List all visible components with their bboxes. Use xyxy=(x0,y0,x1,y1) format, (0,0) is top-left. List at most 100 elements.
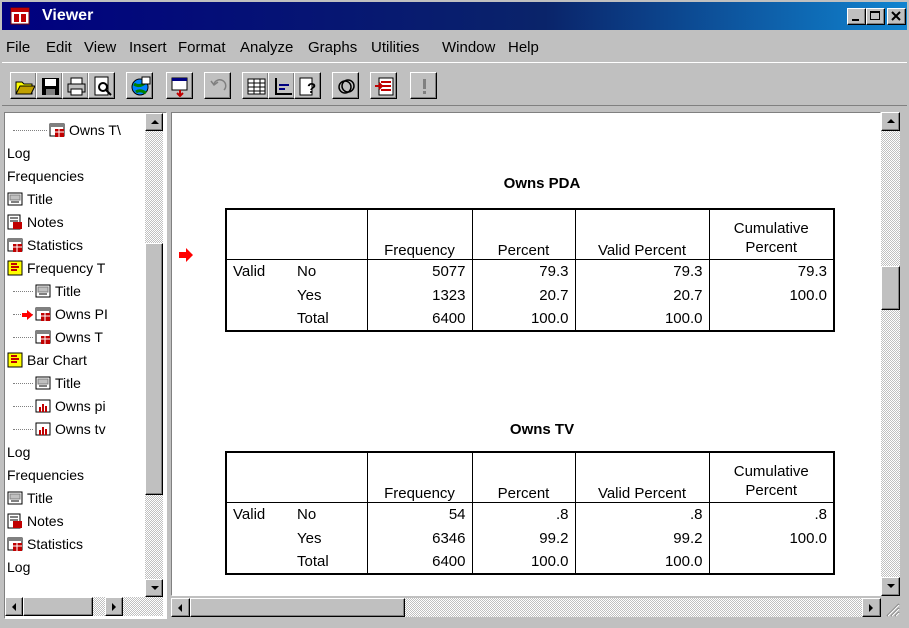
table-row: Yes 6346 99.2 99.2 100.0 xyxy=(226,526,834,550)
outline-horizontal-scrollbar[interactable] xyxy=(5,597,163,616)
tree-connector xyxy=(13,383,33,384)
sets-circle-icon xyxy=(338,79,355,94)
data-grid-icon xyxy=(247,78,266,95)
outline-item[interactable]: Title xyxy=(5,372,145,395)
goto-chart-button[interactable] xyxy=(268,72,295,99)
outline-item[interactable]: Frequencies xyxy=(5,464,145,487)
outline-item[interactable]: Owns PI xyxy=(5,303,145,326)
menu-format[interactable]: Format xyxy=(178,39,226,56)
selected-arrow-icon xyxy=(22,310,33,320)
outline-item[interactable]: Notes xyxy=(5,211,145,234)
outline-item[interactable]: Bar Chart xyxy=(5,349,145,372)
outline-item[interactable]: Owns tv xyxy=(5,418,145,441)
content-vertical-scrollbar[interactable] xyxy=(881,112,900,596)
outline-item[interactable]: Statistics xyxy=(5,234,145,257)
outline-item-label: Statistics xyxy=(27,536,84,552)
use-sets-button[interactable] xyxy=(332,72,359,99)
outline-item-label: Log xyxy=(7,444,31,460)
close-button[interactable] xyxy=(887,8,906,25)
menu-file[interactable]: File xyxy=(6,39,30,56)
outline-pane[interactable]: Owns T\ Log Frequencies Title Notes Statistic… xyxy=(4,112,167,619)
menu-insert[interactable]: Insert xyxy=(129,39,167,56)
outline-item-label: Owns PI xyxy=(55,306,108,322)
outline-item-label: Notes xyxy=(27,513,64,529)
run-button[interactable] xyxy=(410,72,437,99)
output-content-pane[interactable]: Owns PDA Frequency Percent Valid Percent… xyxy=(171,112,881,596)
tree-connector xyxy=(13,406,33,407)
outline-scroll-up-button[interactable] xyxy=(145,113,163,131)
header-valid-percent: Valid Percent xyxy=(575,452,710,503)
outline-vertical-scrollbar[interactable] xyxy=(145,113,163,597)
outline-item[interactable]: Frequencies xyxy=(5,165,145,188)
designate-window-button[interactable] xyxy=(370,72,397,99)
outline-item-label: Owns T\ xyxy=(69,122,121,138)
outline-item[interactable]: Title xyxy=(5,280,145,303)
outline-hscroll-thumb[interactable] xyxy=(23,597,93,616)
recall-dialog-button[interactable] xyxy=(166,72,193,99)
content-hscroll-thumb[interactable] xyxy=(190,598,405,617)
tree-connector xyxy=(13,429,33,430)
outline-item-label: Title xyxy=(55,283,81,299)
outline-item[interactable]: Owns T\ xyxy=(5,119,145,142)
viewer-app-icon[interactable] xyxy=(10,7,30,25)
outline-item[interactable]: Log xyxy=(5,142,145,165)
resize-grip-icon[interactable] xyxy=(884,601,900,617)
menu-graphs[interactable]: Graphs xyxy=(308,39,357,56)
table-icon xyxy=(7,537,23,551)
header-frequency: Frequency xyxy=(367,209,473,260)
outline-scroll-thumb[interactable] xyxy=(145,243,163,495)
undo-arrow-icon xyxy=(210,79,227,91)
maximize-button[interactable] xyxy=(866,8,885,25)
content-scroll-up-button[interactable] xyxy=(881,112,900,131)
save-button[interactable] xyxy=(36,72,63,99)
title-bar[interactable]: Viewer xyxy=(2,2,907,30)
undo-button[interactable] xyxy=(204,72,231,99)
menu-view[interactable]: View xyxy=(84,39,116,56)
outline-item[interactable]: Frequency T xyxy=(5,257,145,280)
print-button[interactable] xyxy=(62,72,89,99)
menu-utilities[interactable]: Utilities xyxy=(371,39,419,56)
outline-scroll-down-button[interactable] xyxy=(145,579,163,597)
open-button[interactable] xyxy=(10,72,37,99)
frequency-table-owns-pda[interactable]: Frequency Percent Valid Percent Cumulati… xyxy=(225,208,835,332)
outline-item[interactable]: Log xyxy=(5,556,145,579)
goto-data-button[interactable] xyxy=(242,72,269,99)
outline-scroll-right-button[interactable] xyxy=(105,597,123,616)
menu-analyze[interactable]: Analyze xyxy=(240,39,293,56)
svg-text:?: ? xyxy=(307,80,316,97)
outline-scroll-left-button[interactable] xyxy=(5,597,23,616)
content-scroll-right-button[interactable] xyxy=(862,598,881,617)
outline-item[interactable]: Statistics xyxy=(5,533,145,556)
content-scroll-thumb[interactable] xyxy=(881,266,900,310)
outline-item-label: Title xyxy=(55,375,81,391)
minimize-button[interactable] xyxy=(847,8,866,25)
outline-item[interactable]: Log xyxy=(5,441,145,464)
content-scroll-left-button[interactable] xyxy=(171,598,190,617)
print-preview-button[interactable] xyxy=(88,72,115,99)
notes-icon xyxy=(7,214,22,230)
chart-axis-icon xyxy=(275,78,292,95)
outline-item-label: Statistics xyxy=(27,237,84,253)
menu-window[interactable]: Window xyxy=(442,39,495,56)
content-scroll-down-button[interactable] xyxy=(881,577,900,596)
outline-item-label: Frequencies xyxy=(7,168,85,184)
outline-item[interactable]: Title xyxy=(5,188,145,211)
outline-item-label: Frequency T xyxy=(27,260,106,276)
outline-item[interactable]: Owns T xyxy=(5,326,145,349)
menu-help[interactable]: Help xyxy=(508,39,539,56)
outline-item[interactable]: Notes xyxy=(5,510,145,533)
outline-item[interactable]: Title xyxy=(5,487,145,510)
variables-button[interactable]: ? xyxy=(294,72,321,99)
title-icon xyxy=(7,192,23,206)
title-icon xyxy=(35,376,51,390)
designate-window-icon xyxy=(375,77,394,96)
outline-item-label: Bar Chart xyxy=(27,352,87,368)
frequency-table-owns-tv[interactable]: Frequency Percent Valid Percent Cumulati… xyxy=(225,451,835,575)
content-horizontal-scrollbar[interactable] xyxy=(171,598,881,617)
exclamation-icon xyxy=(423,79,426,94)
table-row: Yes 1323 20.7 20.7 100.0 xyxy=(226,283,834,307)
export-button[interactable] xyxy=(126,72,153,99)
title-icon xyxy=(7,491,23,505)
outline-item[interactable]: Owns pi xyxy=(5,395,145,418)
menu-edit[interactable]: Edit xyxy=(46,39,72,56)
